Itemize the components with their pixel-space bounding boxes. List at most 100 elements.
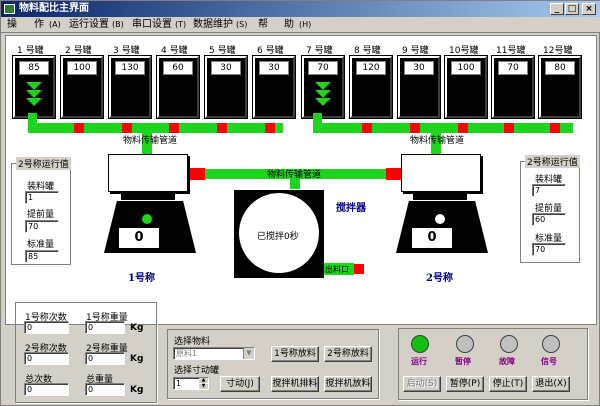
jog-tank-field[interactable]: 1 ▲ ▼ <box>173 377 209 390</box>
stats-unit-3: Kg <box>130 385 144 395</box>
maximize-button[interactable]: □ <box>565 3 579 15</box>
tank-6[interactable]: 30 <box>252 55 296 119</box>
fault-label: 故障 <box>499 356 515 366</box>
scale1-count-field[interactable]: 0 <box>24 321 69 334</box>
tank-3[interactable]: 130 <box>108 55 152 119</box>
menu-serial-settings-key[interactable]: (T) <box>175 18 186 32</box>
run-values-title: 2号称运行值 <box>16 157 71 170</box>
flow-arrow-icon <box>26 98 42 106</box>
scale2-unit: Kg <box>454 232 471 245</box>
scale1-outlet-valve[interactable] <box>187 168 205 180</box>
run1-standard-label: 标准量 <box>27 240 55 250</box>
select-material-label: 选择物料 <box>174 337 211 347</box>
tank-valve[interactable] <box>362 123 372 133</box>
menu-run-settings[interactable]: 运行设置 <box>69 18 109 32</box>
menu-help-1[interactable]: 帮 <box>258 18 268 32</box>
tank-12[interactable]: 80 <box>538 55 582 119</box>
total-weight-field[interactable]: 0 <box>85 383 125 396</box>
chevron-down-icon[interactable]: ▼ <box>243 348 254 359</box>
material-select[interactable]: 原料1 ▼ <box>173 347 255 360</box>
tank-9[interactable]: 30 <box>397 55 441 119</box>
mixer-status: 已搅拌0秒 <box>257 232 299 242</box>
tank-level-value: 120 <box>356 61 386 75</box>
scale2-outlet-valve[interactable] <box>386 168 402 180</box>
tank-valve[interactable] <box>74 123 84 133</box>
tank-valve[interactable] <box>217 123 227 133</box>
right-feed-pipe <box>313 123 573 133</box>
minimize-button[interactable]: _ <box>550 3 564 15</box>
signal-label: 信号 <box>541 356 557 366</box>
stats-unit-1: Kg <box>130 323 144 333</box>
scale1-weight-total-field[interactable]: 0 <box>85 321 125 334</box>
flow-arrow-icon <box>315 98 331 106</box>
menu-operate-2[interactable]: 作 <box>34 18 44 32</box>
scale2-discharge-button[interactable]: 2号称放料 <box>324 346 372 362</box>
scale1-hopper <box>108 154 188 192</box>
tank-valve[interactable] <box>122 123 132 133</box>
scale2-name: 2号称 <box>426 273 453 284</box>
run2-advance-field[interactable]: 60 <box>532 213 566 226</box>
menu-serial-settings[interactable]: 串口设置 <box>132 18 172 32</box>
tank-level-value: 70 <box>308 61 338 75</box>
outlet-valve[interactable] <box>354 264 364 274</box>
tank-2[interactable]: 100 <box>60 55 104 119</box>
left-pipe-drop <box>28 113 37 125</box>
tank-4[interactable]: 60 <box>156 55 200 119</box>
run1-advance-field[interactable]: 70 <box>25 220 59 233</box>
scale1-discharge-button[interactable]: 1号称放料 <box>271 346 319 362</box>
tank-5[interactable]: 30 <box>204 55 248 119</box>
scale1-name: 1号称 <box>128 273 155 284</box>
mixer-release-button[interactable]: 搅拌机放料 <box>324 376 372 392</box>
tank-valve[interactable] <box>550 123 560 133</box>
stop-button[interactable]: 停止(T) <box>489 376 527 392</box>
tank-label-2: 2 号罐 <box>65 46 92 56</box>
run2-standard-field[interactable]: 70 <box>532 243 566 256</box>
exit-button[interactable]: 退出(X) <box>532 376 570 392</box>
outlet-label: 出料口 <box>325 265 349 274</box>
tank-7[interactable]: 70 <box>301 55 345 119</box>
tank-valve[interactable] <box>410 123 420 133</box>
tank-valve[interactable] <box>265 123 275 133</box>
menu-data-maintenance-key[interactable]: (S) <box>236 18 247 32</box>
tank-8[interactable]: 120 <box>349 55 393 119</box>
menu-data-maintenance[interactable]: 数据维护 <box>193 18 233 32</box>
jog-button[interactable]: 寸动(J) <box>220 376 260 392</box>
run1-standard-field[interactable]: 85 <box>25 250 59 263</box>
left-feed-pipe <box>28 123 283 133</box>
tank-level-value: 30 <box>211 61 241 75</box>
scale1-support <box>121 194 175 200</box>
tank-11[interactable]: 70 <box>491 55 535 119</box>
menu-help-key[interactable]: (H) <box>299 18 311 32</box>
signal-indicator <box>542 335 560 353</box>
scale1-indicator <box>142 214 152 224</box>
run1-tank-field[interactable]: 1 <box>25 191 59 204</box>
flow-arrow-icon <box>26 82 42 90</box>
tank-10[interactable]: 100 <box>444 55 488 119</box>
tank-1[interactable]: 85 <box>12 55 56 119</box>
tank-level-value: 70 <box>498 61 528 75</box>
tank-valve[interactable] <box>504 123 514 133</box>
tank-valve[interactable] <box>458 123 468 133</box>
menu-operate-key[interactable]: (A) <box>49 18 61 32</box>
menu-run-settings-key[interactable]: (B) <box>112 18 124 32</box>
menu-help-2[interactable]: 助 <box>284 18 294 32</box>
window-title: 物料配比主界面 <box>19 3 89 14</box>
app-icon <box>4 4 15 14</box>
pause-button[interactable]: 暂停(P) <box>446 376 484 392</box>
spin-down-icon[interactable]: ▼ <box>199 384 208 389</box>
run-indicator <box>411 335 429 353</box>
run1-advance-label: 提前量 <box>27 210 55 220</box>
mixer-discharge-button[interactable]: 搅拌机排料 <box>271 376 319 392</box>
run2-tank-field[interactable]: 7 <box>532 184 566 197</box>
tank-label-6: 6 号罐 <box>257 46 284 56</box>
jog-tank-label: 选择寸动罐 <box>174 366 220 376</box>
start-button[interactable]: 启动(S) <box>403 376 441 392</box>
pause-label: 暂停 <box>455 356 471 366</box>
tank-valve[interactable] <box>169 123 179 133</box>
scale2-count-field[interactable]: 0 <box>24 352 69 365</box>
close-button[interactable]: × <box>582 3 596 15</box>
scale2-weight-total-field[interactable]: 0 <box>85 352 125 365</box>
menu-operate-1[interactable]: 操 <box>7 18 17 32</box>
fault-indicator <box>500 335 518 353</box>
total-count-field[interactable]: 0 <box>24 383 69 396</box>
